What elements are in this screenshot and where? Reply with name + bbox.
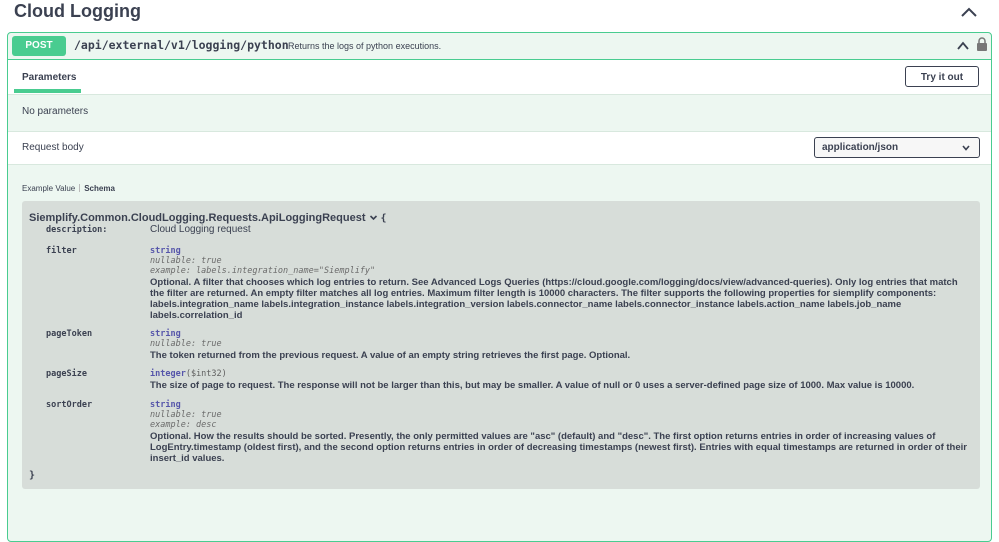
no-parameters-text: No parameters xyxy=(22,106,89,117)
property-description: The size of page to request. The respons… xyxy=(150,380,915,391)
content-type-select[interactable]: application/json xyxy=(814,137,980,158)
schema-model-box: Siemplify.Common.CloudLogging.Requests.A… xyxy=(22,201,980,489)
chevron-up-icon[interactable] xyxy=(956,39,970,53)
operation-block: POST /api/external/v1/logging/python Ret… xyxy=(7,32,992,542)
operation-summary[interactable]: POST /api/external/v1/logging/python Ret… xyxy=(8,33,991,60)
model-name: Siemplify.Common.CloudLogging.Requests.A… xyxy=(29,212,366,224)
property-type: integer($int32) xyxy=(150,369,970,379)
property-example: example: labels.integration_name="Siempl… xyxy=(150,266,376,276)
property-description: Optional. A filter that chooses which lo… xyxy=(150,277,958,321)
property-details: string nullable: true The token returned… xyxy=(150,329,970,361)
model-tabs: Example Value Schema xyxy=(22,184,115,193)
description-key: description: xyxy=(46,225,108,235)
parameters-tab-header: Parameters Try it out xyxy=(8,60,991,95)
chevron-down-icon xyxy=(962,145,970,151)
property-type: string xyxy=(150,329,181,339)
property-format: ($int32) xyxy=(185,369,227,379)
content-type-value: application/json xyxy=(822,142,899,153)
operation-summary-text: Returns the logs of python executions. xyxy=(288,41,442,51)
property-name: sortOrder xyxy=(46,400,93,410)
property-nullable: nullable: true xyxy=(150,410,222,420)
operation-path: /api/external/v1/logging/python xyxy=(74,38,289,52)
property-nullable: nullable: true xyxy=(150,339,222,349)
property-details: string nullable: true example: labels.in… xyxy=(150,246,970,321)
request-body-header: Request body application/json xyxy=(8,131,991,165)
tag-section-header[interactable]: Cloud Logging xyxy=(0,0,999,30)
tab-schema[interactable]: Schema xyxy=(84,184,115,193)
close-brace: } xyxy=(29,470,36,481)
tab-example-value[interactable]: Example Value xyxy=(22,184,75,193)
model-title[interactable]: Siemplify.Common.CloudLogging.Requests.A… xyxy=(29,212,387,224)
chevron-up-icon[interactable] xyxy=(958,3,980,21)
property-type: string xyxy=(150,400,181,410)
lock-icon[interactable] xyxy=(976,37,988,52)
property-example: example: desc xyxy=(150,420,217,430)
description-value-col: Cloud Logging request xyxy=(150,224,970,236)
section-title: Cloud Logging xyxy=(14,1,141,21)
property-name: filter xyxy=(46,246,77,256)
property-description: Optional. How the results should be sort… xyxy=(150,431,967,464)
property-type: string xyxy=(150,246,181,256)
try-it-out-button[interactable]: Try it out xyxy=(905,66,979,87)
description-value: Cloud Logging request xyxy=(150,224,251,235)
property-name: pageSize xyxy=(46,369,87,379)
tab-parameters[interactable]: Parameters xyxy=(22,72,76,83)
tab-active-indicator xyxy=(14,89,81,93)
property-details: integer($int32) The size of page to requ… xyxy=(150,369,970,391)
property-type-name: integer xyxy=(150,369,186,379)
property-description: The token returned from the previous req… xyxy=(150,350,631,361)
property-details: string nullable: true example: desc Opti… xyxy=(150,400,970,464)
method-badge: POST xyxy=(12,36,66,56)
property-nullable: nullable: true xyxy=(150,256,222,266)
chevron-down-icon[interactable] xyxy=(369,213,378,222)
request-body-label: Request body xyxy=(22,142,84,153)
property-name: pageToken xyxy=(46,329,93,339)
tab-divider xyxy=(79,184,81,192)
open-brace: { xyxy=(380,213,387,224)
